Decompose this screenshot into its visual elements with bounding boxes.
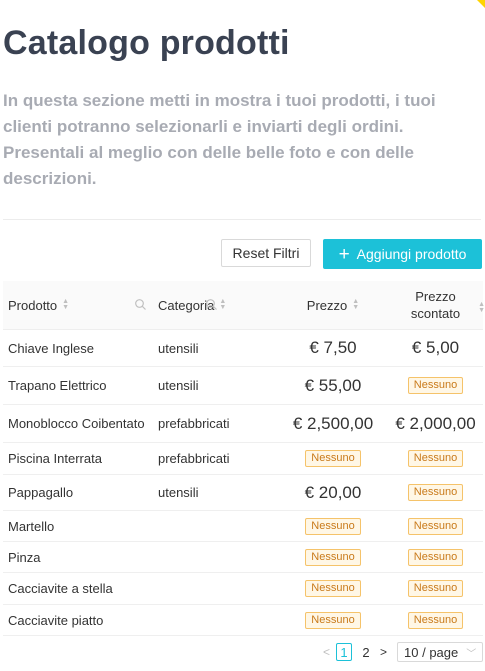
add-product-button[interactable]: + Aggiungi prodotto — [323, 239, 482, 269]
price-cell: Nessuno — [278, 548, 388, 566]
price-cell: € 7,50 — [309, 338, 357, 357]
column-header-category[interactable]: Categoria ▲ ▼ — [153, 281, 278, 329]
category-cell: utensili — [158, 485, 199, 500]
sort-icon[interactable]: ▲ ▼ — [478, 301, 485, 314]
table-row[interactable]: Martello Nessuno Nessuno — [3, 511, 483, 542]
discounted-price-cell: Nessuno — [388, 377, 483, 394]
none-badge: Nessuno — [305, 450, 361, 467]
none-badge: Nessuno — [407, 548, 464, 566]
price-cell: Nessuno — [278, 611, 388, 629]
none-badge: Nessuno — [407, 517, 464, 535]
none-badge: Nessuno — [407, 580, 464, 597]
sort-icon[interactable]: ▲ ▼ — [352, 298, 359, 311]
none-badge: Nessuno — [305, 580, 361, 597]
page-title: Catalogo prodotti — [3, 24, 290, 62]
sort-icon[interactable]: ▲ ▼ — [62, 298, 69, 311]
product-cell: Monoblocco Coibentato — [8, 416, 145, 431]
discounted-price-cell: Nessuno — [388, 517, 483, 535]
discounted-price-cell: Nessuno — [388, 548, 483, 566]
table-row[interactable]: Pappagallo utensili € 20,00 Nessuno — [3, 475, 483, 511]
table-row[interactable]: Monoblocco Coibentato prefabbricati € 2,50… — [3, 405, 483, 443]
column-header-discounted-price[interactable]: Prezzo scontato ▲ ▼ — [388, 281, 485, 329]
column-label-price: Prezzo — [306, 297, 348, 313]
product-cell: Piscina Interrata — [8, 451, 102, 466]
category-cell: prefabbricati — [158, 416, 230, 431]
search-icon[interactable] — [134, 298, 147, 311]
product-cell: Trapano Elettrico — [8, 378, 107, 393]
products-table: Prodotto ▲ ▼ Categoria ▲ ▼ Prezzo ▲ ▼ Prezz… — [3, 281, 485, 636]
search-icon[interactable] — [205, 298, 218, 311]
table-row[interactable]: Cacciavite piatto Nessuno Nessuno — [3, 605, 483, 636]
product-cell: Cacciavite a stella — [8, 581, 113, 596]
page-size-select[interactable]: 10 / page ﹀ — [397, 642, 484, 662]
product-cell: Cacciavite piatto — [8, 612, 104, 628]
price-cell: Nessuno — [278, 450, 388, 467]
product-cell: Martello — [8, 518, 55, 534]
price-cell: € 20,00 — [304, 482, 362, 502]
discounted-price-cell: Nessuno — [388, 611, 483, 629]
discounted-price-cell: € 5,00 — [411, 338, 460, 357]
discounted-price-cell: € 2,000,00 — [395, 413, 476, 433]
page-2-button[interactable]: 2 — [358, 643, 374, 661]
category-cell: utensili — [158, 378, 199, 393]
table-body: Chiave Inglese utensili € 7,50 € 5,00 Trapan… — [3, 330, 483, 636]
price-cell: Nessuno — [278, 580, 388, 597]
none-badge: Nessuno — [305, 548, 361, 566]
table-row[interactable]: Trapano Elettrico utensili € 55,00 Nessuno — [3, 367, 483, 405]
page-description: In questa sezione metti in mostra i tuoi… — [3, 91, 436, 188]
none-badge: Nessuno — [305, 611, 361, 629]
table-row[interactable]: Piscina Interrata prefabbricati Nessuno Nes… — [3, 443, 483, 475]
none-badge: Nessuno — [407, 484, 464, 501]
page-1-button[interactable]: 1 — [336, 643, 353, 661]
add-product-label: Aggiungi prodotto — [356, 246, 467, 262]
prev-page-icon[interactable]: < — [323, 645, 330, 659]
none-badge: Nessuno — [407, 450, 464, 467]
reset-filters-button[interactable]: Reset Filtri — [221, 239, 311, 267]
column-header-price[interactable]: Prezzo ▲ ▼ — [278, 281, 388, 329]
table-row[interactable]: Chiave Inglese utensili € 7,50 € 5,00 — [3, 330, 483, 367]
none-badge: Nessuno — [407, 377, 464, 394]
column-header-product[interactable]: Prodotto ▲ ▼ — [3, 281, 153, 329]
table-row[interactable]: Cacciavite a stella Nessuno Nessuno — [3, 573, 483, 605]
product-cell: Pinza — [8, 549, 41, 565]
discounted-price-cell: Nessuno — [388, 484, 483, 501]
table-row[interactable]: Pinza Nessuno Nessuno — [3, 542, 483, 573]
category-cell: utensili — [158, 340, 199, 356]
product-cell: Chiave Inglese — [8, 340, 94, 356]
price-cell: € 2,500,00 — [292, 413, 374, 433]
chevron-down-icon: ﹀ — [466, 648, 477, 660]
discounted-price-cell: Nessuno — [388, 450, 483, 467]
table-header: Prodotto ▲ ▼ Categoria ▲ ▼ Prezzo ▲ ▼ Prezz… — [3, 281, 485, 330]
category-cell: prefabbricati — [158, 451, 230, 466]
divider — [3, 219, 481, 220]
corner-accent — [477, 0, 485, 8]
column-label-product: Prodotto — [8, 297, 58, 313]
none-badge: Nessuno — [407, 611, 464, 629]
next-page-icon[interactable]: > — [380, 645, 387, 659]
sort-icon[interactable]: ▲ ▼ — [219, 298, 226, 311]
none-badge: Nessuno — [305, 517, 361, 535]
pagination: < 1 2 > 10 / page ﹀ — [323, 642, 484, 662]
price-cell: € 55,00 — [304, 375, 362, 395]
plus-icon: + — [338, 243, 350, 265]
product-cell: Pappagallo — [8, 485, 74, 500]
discounted-price-cell: Nessuno — [388, 580, 483, 597]
column-label-discounted-price: Prezzo scontato — [410, 289, 461, 321]
price-cell: Nessuno — [278, 517, 388, 535]
